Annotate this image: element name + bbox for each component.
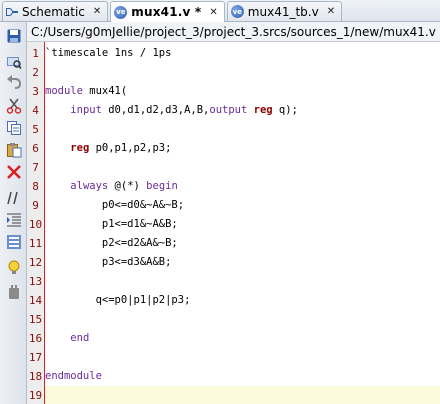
line-number: 13: [28, 275, 43, 288]
code-line[interactable]: [45, 63, 440, 82]
editor-toolbar: [0, 22, 27, 404]
tab-label: Schematic: [22, 4, 85, 19]
line-number: 5: [32, 123, 39, 136]
tab-label: mux41_tb.v: [247, 4, 319, 19]
code-token: endmodule: [45, 370, 102, 382]
code-line[interactable]: endmodule: [45, 367, 440, 386]
code-line[interactable]: end: [45, 329, 440, 348]
code-line[interactable]: q<=p0|p1|p2|p3;: [45, 291, 440, 310]
comment-icon[interactable]: [5, 190, 22, 206]
code-token: q);: [272, 104, 298, 116]
copy-icon[interactable]: [5, 120, 22, 136]
code-line[interactable]: always @(*) begin: [45, 177, 440, 196]
code-line[interactable]: [45, 120, 440, 139]
tab-label: mux41.v *: [131, 5, 202, 19]
tab-schematic[interactable]: Schematic ✕: [2, 1, 109, 21]
hint-icon[interactable]: [5, 260, 22, 276]
editor-tab-bar: Schematic ✕ ve mux41.v * ✕ ve mux41_tb.v…: [0, 0, 440, 22]
plugin-icon[interactable]: [5, 284, 22, 300]
code-line[interactable]: module mux41(: [45, 82, 440, 101]
line-number: 18: [28, 370, 43, 383]
line-number: 6: [32, 142, 39, 155]
code-token: p3<=d3&A&B;: [45, 256, 172, 268]
tab-mux41-tb-v[interactable]: ve mux41_tb.v ✕: [226, 1, 343, 21]
close-icon[interactable]: ✕: [209, 7, 217, 18]
line-number: 15: [28, 313, 43, 326]
code-token: always: [70, 180, 109, 192]
find-icon[interactable]: [5, 54, 22, 70]
code-token: p2<=d2&A&~B;: [45, 237, 178, 249]
code-line[interactable]: [45, 310, 440, 329]
code-line[interactable]: p2<=d2&A&~B;: [45, 234, 440, 253]
code-line[interactable]: [45, 348, 440, 367]
indent-icon[interactable]: [5, 212, 22, 228]
code-token: p0,p1,p2,p3;: [89, 142, 172, 154]
line-number: 2: [32, 66, 39, 79]
line-number: 3: [32, 85, 39, 98]
code-token: output: [209, 104, 248, 116]
code-line[interactable]: p0<=d0&~A&~B;: [45, 196, 440, 215]
delete-icon[interactable]: [5, 164, 22, 180]
line-number: 7: [32, 161, 39, 174]
code-token: d0,d1,d2,d3,A,B,: [101, 104, 210, 116]
line-number: 19: [28, 389, 43, 402]
code-line[interactable]: p1<=d1&~A&B;: [45, 215, 440, 234]
line-number: 17: [28, 351, 43, 364]
code-line[interactable]: reg p0,p1,p2,p3;: [45, 139, 440, 158]
code-line[interactable]: [45, 386, 440, 404]
line-number: 12: [28, 256, 43, 269]
line-number: 9: [32, 199, 39, 212]
file-path: C:/Users/g0mJellie/project_3/project_3.s…: [27, 22, 440, 42]
block-icon[interactable]: [5, 234, 22, 250]
schematic-icon: [6, 6, 18, 18]
code-line[interactable]: [45, 158, 440, 177]
code-token: p1<=d1&~A&B;: [45, 218, 178, 230]
code-token: input: [70, 104, 102, 116]
code-token: begin: [146, 180, 178, 192]
code-token: q<=p0|p1|p2|p3;: [45, 294, 191, 306]
close-icon[interactable]: ✕: [327, 6, 335, 17]
code-line[interactable]: [45, 272, 440, 291]
code-token: mux41(: [82, 85, 128, 97]
code-line[interactable]: `timescale 1ns / 1ps: [45, 44, 440, 63]
code-editor[interactable]: `timescale 1ns / 1ps module mux41( input …: [45, 42, 440, 404]
save-icon[interactable]: [5, 28, 22, 44]
code-token: module: [45, 85, 83, 97]
cut-icon[interactable]: [5, 98, 22, 114]
code-token: p0<=d0&~A&~B;: [45, 199, 185, 211]
close-icon[interactable]: ✕: [93, 6, 101, 17]
tab-mux41-v[interactable]: ve mux41.v * ✕: [110, 1, 225, 22]
line-number: 14: [28, 294, 43, 307]
undo-icon[interactable]: [5, 74, 22, 90]
code-token: end: [70, 332, 90, 344]
line-number: 4: [32, 104, 39, 117]
code-line[interactable]: p3<=d3&A&B;: [45, 253, 440, 272]
code-line[interactable]: input d0,d1,d2,d3,A,B,output reg q);: [45, 101, 440, 120]
line-number: 8: [32, 180, 39, 193]
verilog-file-icon: ve: [230, 5, 244, 18]
line-number: 1: [32, 47, 39, 60]
code-token: `timescale 1ns / 1ps: [45, 47, 172, 59]
verilog-file-icon: ve: [114, 5, 128, 19]
code-token: @(*): [108, 180, 147, 192]
line-number: 10: [28, 218, 43, 231]
code-token: reg: [253, 104, 273, 116]
paste-icon[interactable]: [5, 142, 22, 158]
code-token: reg: [70, 142, 90, 154]
line-number: 16: [28, 332, 43, 345]
line-number: 11: [28, 237, 43, 250]
